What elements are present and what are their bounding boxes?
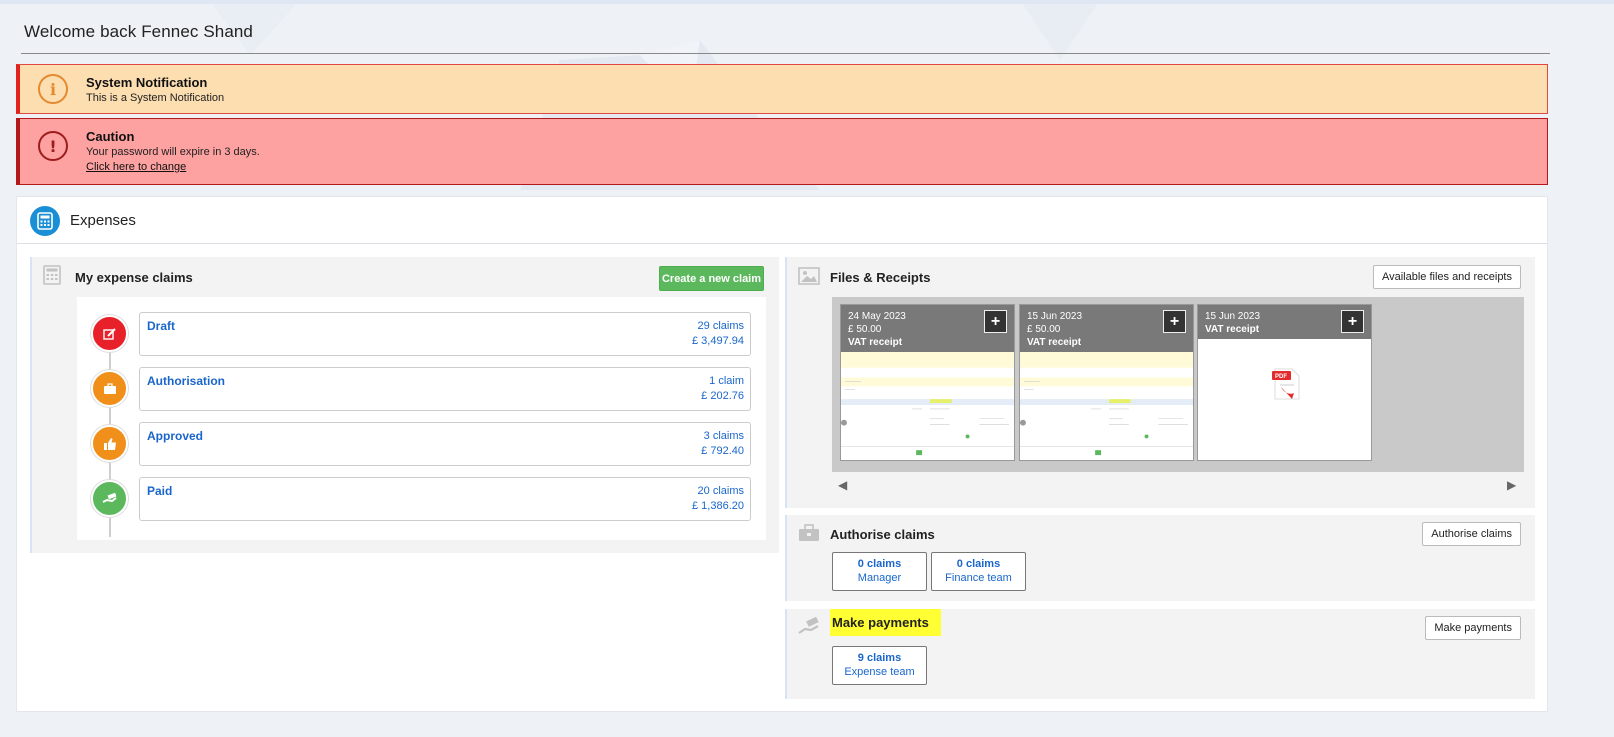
stat-label: Manager (857, 572, 902, 584)
receipt-date: 15 Jun 2023 (1205, 311, 1261, 322)
receipt-amount: £ 50.00 (1027, 324, 1061, 335)
divider (21, 53, 1550, 54)
next-arrow-icon[interactable]: ▶ (1507, 478, 1516, 492)
claim-row-authorisation[interactable]: Authorisation 1 claim £ 202.76 (139, 367, 751, 411)
available-files-button[interactable]: Available files and receipts (1372, 265, 1521, 289)
add-icon[interactable]: + (1341, 310, 1364, 333)
create-new-claim-button[interactable]: Create a new claim (659, 266, 764, 291)
authorise-claims-button[interactable]: Authorise claims (1422, 522, 1521, 546)
claim-status-name[interactable]: Authorisation (147, 374, 225, 388)
caution-text: Your password will expire in 3 days. (86, 146, 260, 158)
expense-team-claims-box[interactable]: 9 claims Expense team (832, 646, 927, 685)
receipt-type: VAT receipt (1027, 337, 1082, 348)
notification-text: This is a System Notification (86, 92, 225, 104)
receipt-header: 24 May 2023 £ 50.00 VAT receipt + (841, 305, 1014, 352)
receipts-gallery: 24 May 2023 £ 50.00 VAT receipt + 15 Jun… (832, 297, 1524, 472)
exclamation-icon: ! (38, 131, 68, 161)
receipt-thumbnail[interactable]: 15 Jun 2023 £ 50.00 VAT receipt + (1019, 304, 1194, 461)
claim-amount: £ 3,497.94 (692, 335, 744, 347)
claim-status-name[interactable]: Draft (147, 319, 175, 333)
caution-notification: ! Caution Your password will expire in 3… (16, 118, 1548, 185)
receipt-preview (1020, 352, 1193, 456)
add-icon[interactable]: + (984, 310, 1007, 333)
expenses-title: Expenses (70, 212, 136, 229)
claim-row-approved[interactable]: Approved 3 claims £ 792.40 (139, 422, 751, 466)
authorise-claims-panel: Authorise claims Authorise claims 0 clai… (785, 515, 1535, 601)
receipt-type: VAT receipt (1205, 324, 1260, 335)
previous-arrow-icon[interactable]: ◀ (838, 478, 847, 492)
hand-money-icon (798, 616, 822, 642)
svg-text:PDF: PDF (1275, 374, 1287, 380)
receipt-date: 24 May 2023 (848, 311, 906, 322)
briefcase-icon (798, 524, 820, 547)
stat-value: 0 claims (956, 558, 1001, 570)
expenses-header: Expenses (17, 197, 1547, 244)
thumbs-up-icon (91, 425, 128, 462)
calculator-icon (30, 206, 60, 236)
claim-count: 3 claims (703, 430, 744, 442)
receipt-header: 15 Jun 2023 £ 50.00 VAT receipt + (1020, 305, 1193, 352)
change-password-link[interactable]: Click here to change (86, 161, 186, 173)
receipt-date: 15 Jun 2023 (1027, 311, 1083, 322)
pdf-file-icon: PDF (1272, 367, 1302, 406)
add-icon[interactable]: + (1163, 310, 1186, 333)
notification-title: System Notification (86, 75, 208, 90)
files-receipts-title: Files & Receipts (830, 270, 931, 285)
claim-status-name[interactable]: Approved (147, 429, 203, 443)
receipt-thumbnail[interactable]: 24 May 2023 £ 50.00 VAT receipt + (840, 304, 1015, 461)
calculator-icon (43, 265, 61, 290)
files-receipts-panel: Files & Receipts Available files and rec… (785, 257, 1535, 508)
claim-row-draft[interactable]: Draft 29 claims £ 3,497.94 (139, 312, 751, 356)
top-strip (0, 0, 1614, 4)
claim-count: 1 claim (709, 375, 744, 387)
stat-label: Finance team (945, 572, 1012, 584)
info-icon: i (38, 74, 68, 104)
image-icon (798, 267, 820, 290)
stat-value: 0 claims (857, 558, 902, 570)
claim-status-name[interactable]: Paid (147, 484, 172, 498)
claim-count: 29 claims (697, 320, 744, 332)
make-payments-button[interactable]: Make payments (1425, 616, 1521, 640)
my-expense-claims-panel: My expense claims Create a new claim Dra… (30, 257, 779, 553)
edit-icon (91, 315, 128, 352)
hand-money-icon (91, 480, 128, 517)
make-payments-label: Make payments (830, 609, 941, 636)
finance-team-claims-box[interactable]: 0 claims Finance team (931, 552, 1026, 591)
caution-title: Caution (86, 129, 135, 144)
receipt-type: VAT receipt (848, 337, 903, 348)
expenses-card: Expenses My expense claims Create a new … (16, 196, 1548, 712)
receipt-amount: £ 50.00 (848, 324, 882, 335)
welcome-heading: Welcome back Fennec Shand (24, 22, 253, 41)
stat-value: 9 claims (857, 652, 902, 664)
receipt-thumbnail[interactable]: 15 Jun 2023 VAT receipt + PDF (1197, 304, 1372, 461)
my-expense-claims-title: My expense claims (75, 270, 193, 285)
receipt-preview (841, 352, 1014, 456)
authorise-claims-title: Authorise claims (830, 527, 935, 542)
claim-row-paid[interactable]: Paid 20 claims £ 1,386.20 (139, 477, 751, 521)
receipt-header: 15 Jun 2023 VAT receipt + (1198, 305, 1371, 339)
stat-label: Expense team (844, 666, 915, 678)
manager-claims-box[interactable]: 0 claims Manager (832, 552, 927, 591)
claim-amount: £ 1,386.20 (692, 500, 744, 512)
system-notification: i System Notification This is a System N… (16, 64, 1548, 114)
claims-list: Draft 29 claims £ 3,497.94 Authorisation… (77, 297, 766, 540)
briefcase-icon (91, 370, 128, 407)
claim-count: 20 claims (697, 485, 744, 497)
claim-amount: £ 792.40 (701, 445, 744, 457)
make-payments-title: Make payments (830, 609, 941, 636)
make-payments-panel: Make payments Make payments 9 claims Exp… (785, 609, 1535, 699)
claim-amount: £ 202.76 (701, 390, 744, 402)
